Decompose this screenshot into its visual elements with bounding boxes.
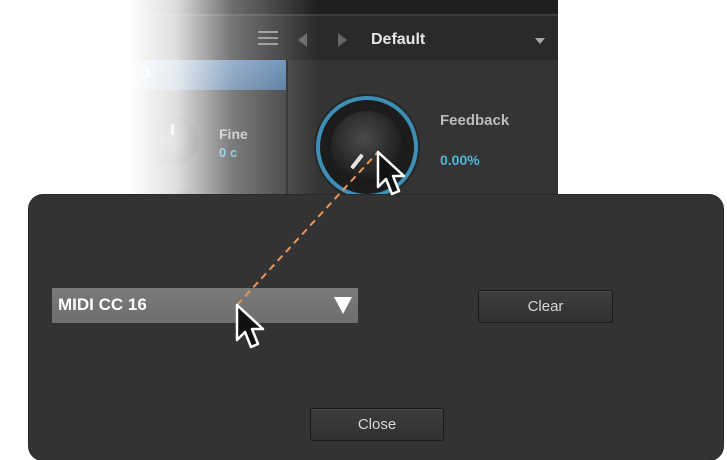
feedback-value: 0.00% (440, 152, 480, 168)
midi-cc-value: MIDI CC 16 (58, 295, 147, 314)
dropdown-caret-icon[interactable] (535, 38, 545, 44)
preset-name[interactable]: Default (371, 31, 425, 49)
section-header: D (128, 60, 286, 90)
section-label: D (140, 65, 151, 82)
fine-label: Fine (219, 126, 248, 142)
fine-value: 0 c (219, 145, 238, 160)
previous-preset-icon[interactable] (298, 33, 307, 47)
clear-button[interactable]: Clear (478, 290, 613, 323)
midi-cc-select[interactable]: MIDI CC 16 (52, 288, 358, 323)
feedback-label: Feedback (440, 112, 510, 129)
fine-knob[interactable] (150, 118, 196, 164)
menu-icon[interactable] (258, 31, 278, 45)
select-caret-icon (334, 297, 352, 314)
window-top-edge (128, 0, 558, 16)
feedback-knob[interactable] (331, 111, 403, 183)
next-preset-icon[interactable] (338, 33, 347, 47)
close-button[interactable]: Close (310, 408, 444, 441)
